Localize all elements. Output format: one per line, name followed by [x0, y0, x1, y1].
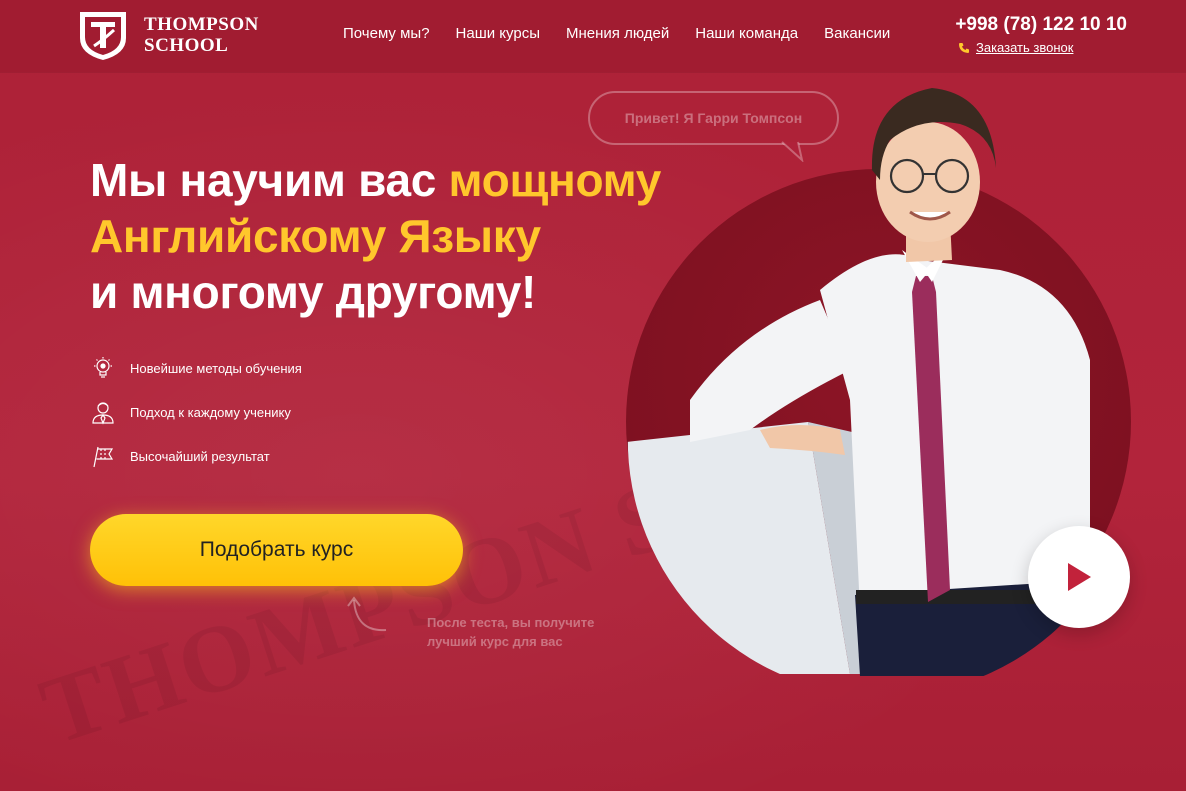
headline-accent2: Английскому Языку — [90, 210, 541, 262]
phone-number[interactable]: +998 (78) 122 10 10 — [955, 14, 1127, 36]
note-line2: лучший курс для вас — [427, 634, 563, 649]
nav-item-why-us[interactable]: Почему мы? — [343, 25, 430, 42]
feature-text: Высочайший результат — [130, 448, 270, 464]
main-nav: Почему мы? Наши курсы Мнения людей Наши … — [343, 25, 890, 42]
note-line1: После теста, вы получите — [427, 615, 595, 630]
nav-item-team[interactable]: Наши команда — [695, 25, 798, 42]
hero-headline: Мы научим вас мощному Английскому Языку … — [90, 152, 661, 320]
choose-course-button[interactable]: Подобрать курс — [90, 514, 463, 586]
feature-item: Подход к каждому ученику — [90, 400, 302, 425]
logo[interactable]: THOMPSON SCHOOL — [76, 8, 259, 62]
callback-link-group: Заказать звонок — [958, 40, 1073, 55]
shield-logo-icon — [80, 12, 126, 60]
play-video-button[interactable] — [1028, 526, 1130, 628]
course-test-note: После теста, вы получите лучший курс для… — [427, 613, 594, 651]
play-icon — [1068, 563, 1091, 591]
site-header: THOMPSON SCHOOL Почему мы? Наши курсы Мн… — [0, 0, 1186, 72]
person-icon — [92, 402, 114, 425]
brand-name-line1: THOMPSON — [144, 14, 259, 35]
headline-part1: Мы научим вас — [90, 154, 449, 206]
nav-item-reviews[interactable]: Мнения людей — [566, 25, 669, 42]
phone-icon — [959, 42, 969, 53]
callback-link[interactable]: Заказать звонок — [976, 40, 1073, 55]
feature-item: Новейшие методы обучения — [90, 356, 302, 380]
features-list: Новейшие методы обучения Подход к каждом… — [90, 356, 302, 488]
nav-item-vacancies[interactable]: Вакансии — [824, 25, 890, 42]
brand-name-line2: SCHOOL — [144, 35, 229, 56]
feature-text: Новейшие методы обучения — [130, 360, 302, 376]
feature-item: Высочайший результат — [90, 444, 302, 468]
nav-item-courses[interactable]: Наши курсы — [456, 25, 540, 42]
flag-icon — [93, 446, 114, 468]
feature-text: Подход к каждому ученику — [130, 404, 291, 420]
headline-part2: и многому другому! — [90, 266, 537, 318]
curved-arrow-icon — [347, 596, 387, 632]
lightbulb-icon — [94, 357, 112, 378]
